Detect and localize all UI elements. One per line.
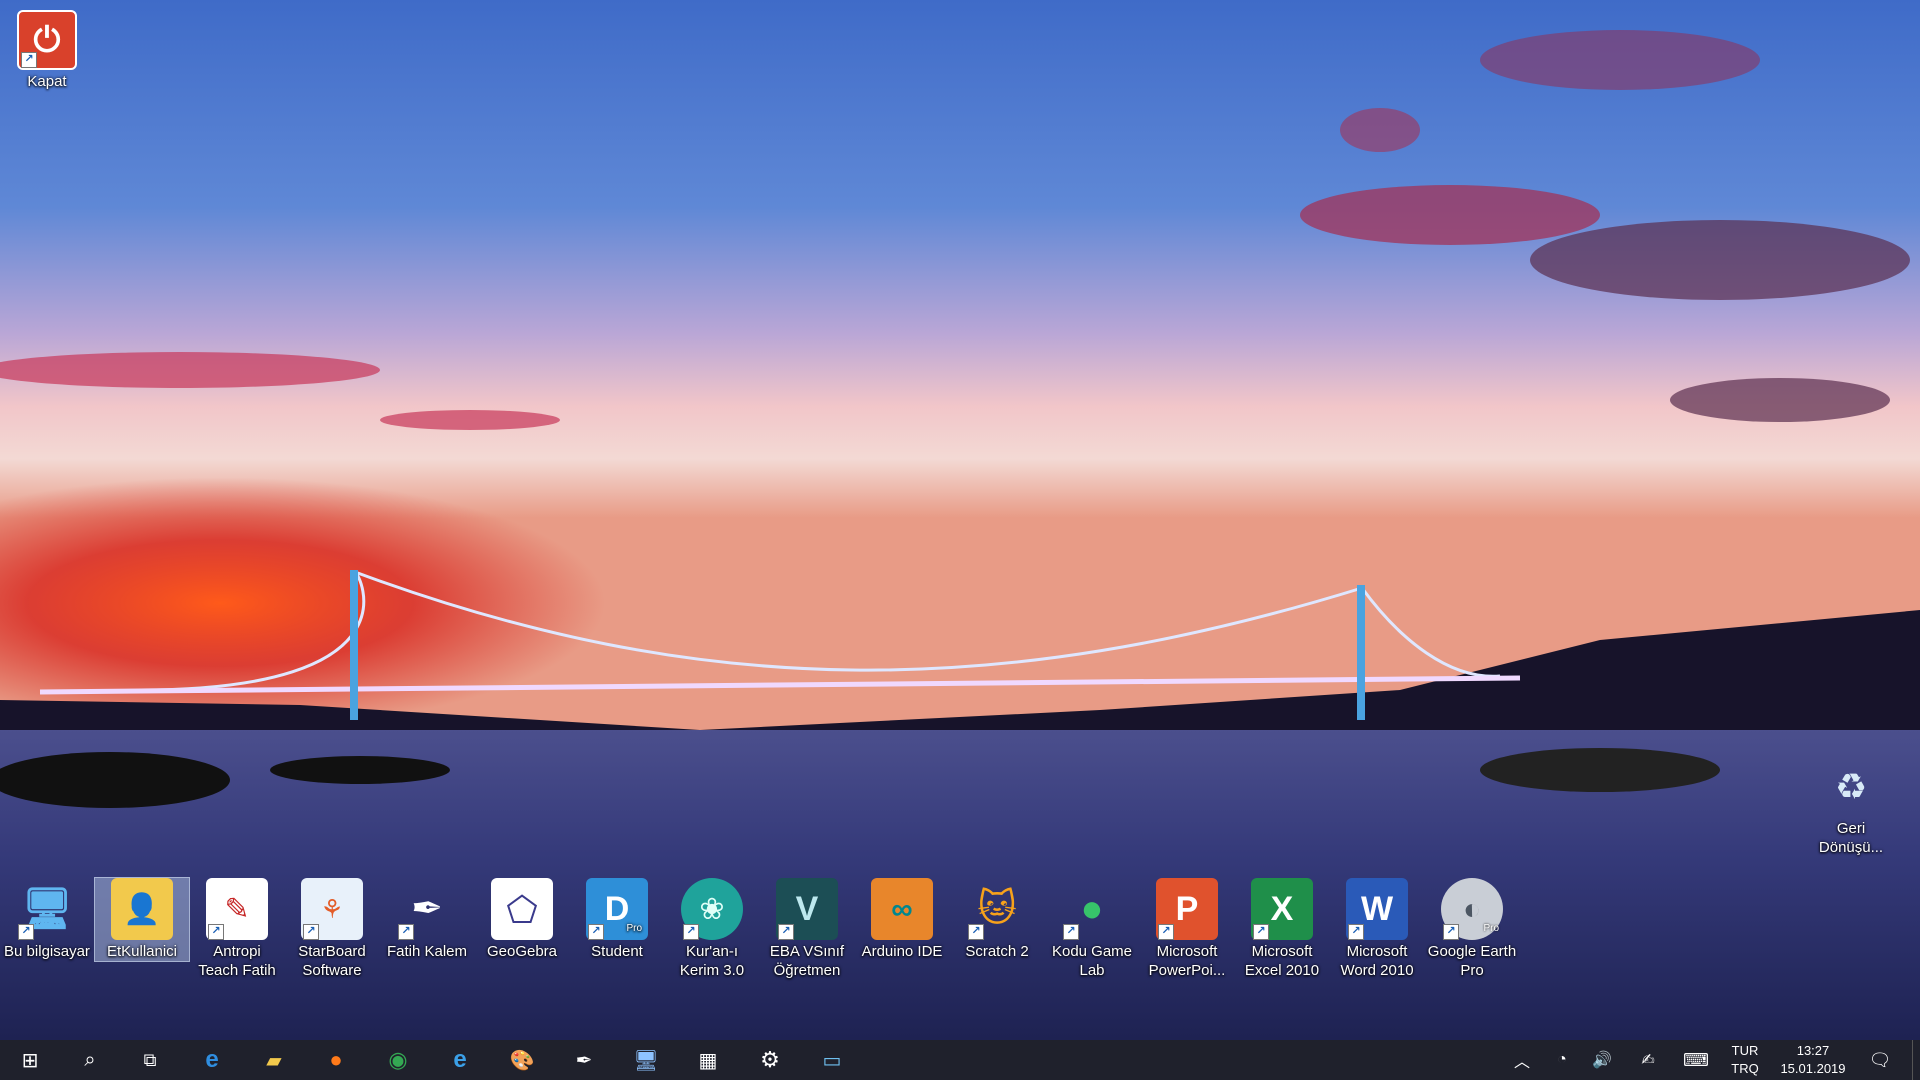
quran-icon: ❀ ↗ xyxy=(681,878,743,940)
desktop-icon-label: Microsoft PowerPoi... xyxy=(1148,943,1226,979)
desktop-icon-geogebra[interactable]: ⬠ GeoGebra xyxy=(475,878,569,961)
desktop-icon-kapat[interactable]: ⏻ ↗ Kapat xyxy=(0,10,94,91)
search-icon[interactable]: ⌕ xyxy=(66,1040,114,1080)
student-pro-icon: D Pro ↗ xyxy=(586,878,648,940)
desktop-icon-label: Student xyxy=(591,943,643,960)
start-icon[interactable]: ⊞ xyxy=(6,1040,54,1080)
paint-icon[interactable]: 🎨 xyxy=(498,1040,546,1080)
desktop-icon-arduino[interactable]: ∞ Arduino IDE xyxy=(855,878,949,961)
edge-icon[interactable]: e xyxy=(188,1040,236,1080)
desktop-icon-fatih-kalem[interactable]: ✒ ↗ Fatih Kalem xyxy=(380,878,474,961)
kodu-icon: ● ↗ xyxy=(1061,878,1123,940)
desktop-icon-label: Microsoft Excel 2010 xyxy=(1244,943,1320,979)
desktop-icon-label: Kur'an-ı Kerim 3.0 xyxy=(679,943,745,979)
google-earth-icon: ◐ Pro ↗ xyxy=(1441,878,1503,940)
remote-desktop-icon[interactable]: 🖥 xyxy=(622,1040,670,1080)
pen-tool-icon[interactable]: ✒ xyxy=(560,1040,608,1080)
desktop-icon-label: Microsoft Word 2010 xyxy=(1340,943,1414,979)
powerpoint-icon: P ↗ xyxy=(1156,878,1218,940)
task-view-icon[interactable]: ⧉ xyxy=(126,1040,174,1080)
desktop-icon-google-earth[interactable]: ◐ Pro ↗ Google Earth Pro xyxy=(1425,878,1519,980)
word-icon: W ↗ xyxy=(1346,878,1408,940)
show-hidden-icons-icon[interactable]: ︿ xyxy=(1508,1040,1536,1080)
notifications-icon[interactable]: 🗨 xyxy=(1862,1040,1898,1080)
language-layout: TRQ xyxy=(1731,1061,1759,1076)
volume-icon[interactable]: 🔊 xyxy=(1588,1040,1616,1080)
desktop-icon-scratch[interactable]: 🐱 ↗ Scratch 2 xyxy=(950,878,1044,961)
geogebra-icon: ⬠ xyxy=(491,878,553,940)
user-folder-icon: 👤 xyxy=(111,878,173,940)
desktop-icon-label: StarBoard Software xyxy=(298,943,366,979)
id-card-icon[interactable]: ▭ xyxy=(808,1040,856,1080)
desktop-icon-starboard[interactable]: ⚘ ↗ StarBoard Software xyxy=(285,878,379,980)
desktop-icon-label: Antropi Teach Fatih xyxy=(198,943,276,979)
calculator-icon[interactable]: ▦ xyxy=(684,1040,732,1080)
arduino-icon: ∞ xyxy=(871,878,933,940)
desktop-icon-label: Bu bilgisayar xyxy=(4,943,90,960)
desktop-icon-antropi[interactable]: ✎ ↗ Antropi Teach Fatih xyxy=(190,878,284,980)
keyboard-icon[interactable]: ⌨ xyxy=(1680,1040,1712,1080)
starboard-icon: ⚘ ↗ xyxy=(301,878,363,940)
desktop-icon-label: GeoGebra xyxy=(486,943,558,960)
pro-badge: Pro xyxy=(626,923,642,934)
desktop-icon-label: EBA VSınıf Öğretmen xyxy=(769,943,845,979)
internet-explorer-icon[interactable]: e xyxy=(436,1040,484,1080)
desktop-icon-label: Kodu Game Lab xyxy=(1051,943,1133,979)
desktop-icon-kuran-i-kerim[interactable]: ❀ ↗ Kur'an-ı Kerim 3.0 xyxy=(665,878,759,980)
desktop-icon-bu-bilgisayar[interactable]: 🖥 ↗ Bu bilgisayar xyxy=(0,878,94,961)
clock[interactable]: 13:27 15.01.2019 xyxy=(1770,1040,1856,1080)
firefox-icon[interactable]: ● xyxy=(312,1040,360,1080)
file-explorer-icon[interactable]: ▰ xyxy=(250,1040,298,1080)
desktop-icon-label: Geri Dönüşü... xyxy=(1818,820,1884,856)
computer-icon: 🖥 ↗ xyxy=(16,878,78,940)
desktop-icon-label: Scratch 2 xyxy=(965,943,1029,960)
desktop-icon-word[interactable]: W ↗ Microsoft Word 2010 xyxy=(1330,878,1424,980)
desktop-icon-eba-vsinif[interactable]: V ↗ EBA VSınıf Öğretmen xyxy=(760,878,854,980)
clock-time: 13:27 xyxy=(1796,1043,1830,1058)
pen-icon: ✒ ↗ xyxy=(396,878,458,940)
settings-icon[interactable]: ⚙ xyxy=(746,1040,794,1080)
desktop-icon-label: Arduino IDE xyxy=(861,943,943,960)
language-indicator[interactable]: TUR TRQ xyxy=(1722,1040,1768,1080)
wifi-icon[interactable]: ◔ xyxy=(1548,1040,1576,1080)
eba-icon: V ↗ xyxy=(776,878,838,940)
desktop-icon-powerpoint[interactable]: P ↗ Microsoft PowerPoi... xyxy=(1140,878,1234,980)
clock-date: 15.01.2019 xyxy=(1780,1061,1846,1076)
show-desktop-button[interactable] xyxy=(1912,1040,1920,1080)
desktop-icon-label: Google Earth Pro xyxy=(1427,943,1517,979)
excel-icon: X ↗ xyxy=(1251,878,1313,940)
desktop-icon-label: Kapat xyxy=(27,73,67,90)
desktop-icon-etkullanici[interactable]: 👤 EtKullanici xyxy=(94,877,190,962)
desktop-icon-kodu[interactable]: ● ↗ Kodu Game Lab xyxy=(1045,878,1139,980)
desktop-icon-recycle-bin[interactable]: ♻ Geri Dönüşü... xyxy=(1803,755,1899,857)
power-icon: ⏻ ↗ xyxy=(17,10,77,70)
desktop-icon-student[interactable]: D Pro ↗ Student xyxy=(570,878,664,961)
desktop-icon-label: Fatih Kalem xyxy=(386,943,468,960)
language-code: TUR xyxy=(1731,1043,1759,1058)
pen-workspace-icon[interactable]: ✍ xyxy=(1634,1040,1662,1080)
desktop-icon-label: EtKullanici xyxy=(106,943,178,960)
chrome-icon[interactable]: ◉ xyxy=(374,1040,422,1080)
antropi-icon: ✎ ↗ xyxy=(206,878,268,940)
desktop-icon-excel[interactable]: X ↗ Microsoft Excel 2010 xyxy=(1235,878,1329,980)
recycle-bin-icon: ♻ xyxy=(1834,765,1868,807)
scratch-icon: 🐱 ↗ xyxy=(966,878,1028,940)
taskbar: ⊞ ⌕ ⧉ e ▰ ● ◉ e 🎨 ✒ 🖥 ▦ ⚙ ▭ ︿ ◔ 🔊 ✍ ⌨ TU… xyxy=(0,1040,1920,1080)
pro-badge: Pro xyxy=(1483,923,1499,934)
